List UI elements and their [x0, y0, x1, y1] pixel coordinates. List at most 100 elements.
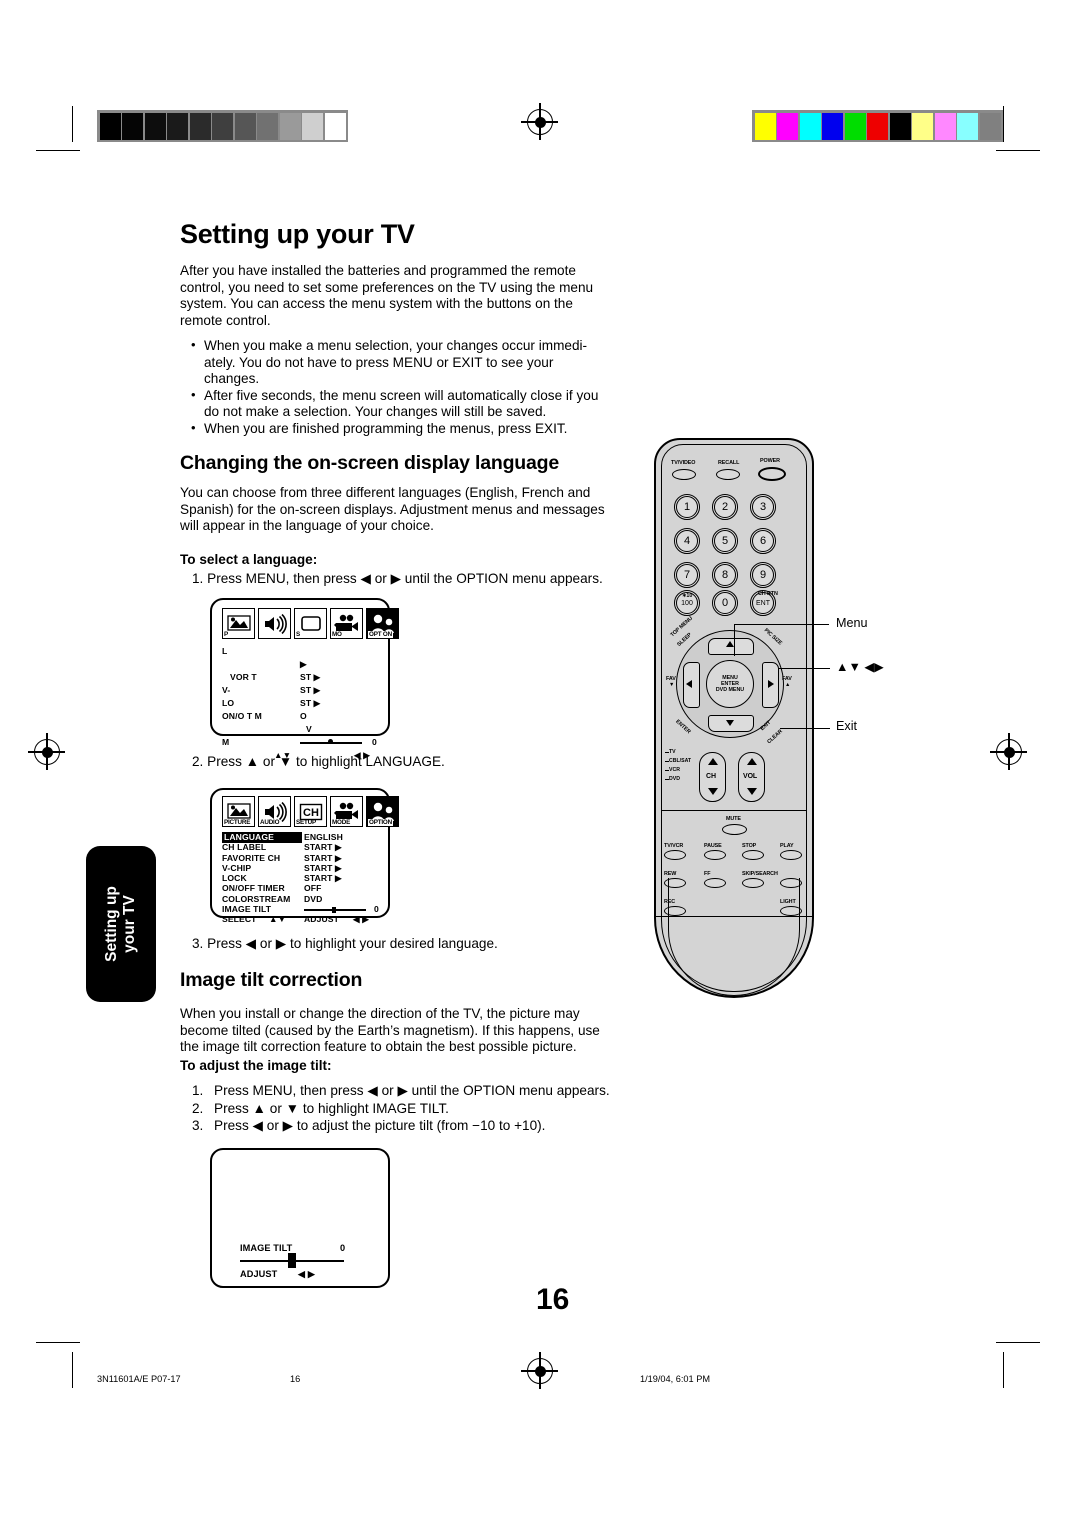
language-paragraph: You can choose from three different lang… — [180, 485, 605, 534]
callout-label-arrows: ▲▼ ◀▶ — [836, 660, 884, 674]
number-key-0[interactable]: 0 — [712, 590, 738, 616]
transport-label-pause: PAUSE — [704, 843, 722, 849]
menu-icon-picture-icon[interactable]: PICTURE — [222, 796, 255, 827]
transport-button-play[interactable] — [780, 850, 802, 860]
transport-button-tv-vcr[interactable] — [664, 850, 686, 860]
calibration-swatch — [867, 112, 888, 140]
svg-text:CH: CH — [303, 807, 319, 819]
menu-icon-option-people-icon[interactable]: OPTION — [366, 796, 399, 827]
remote-control-illustration: TV/VIDEO RECALL POWER 1 2 3 4 5 6 7 8 9 100 0 ENT ∗… — [646, 438, 884, 1020]
callout-line-menu — [734, 624, 829, 626]
menu-icon-setup-tv-icon[interactable]: S — [294, 608, 327, 639]
crop-mark-bottom-right-vertical — [1003, 1352, 1005, 1388]
number-key-label: 1 — [676, 496, 698, 518]
number-key-4[interactable]: 4 — [674, 528, 700, 554]
step-number: 3. — [192, 936, 204, 951]
menu-rows: LANGUAGE ENGLISH CH LABEL START ▶ FAVORITE C… — [222, 832, 384, 914]
number-key-label: 2 — [714, 496, 736, 518]
menu-icon-audio-speaker-icon[interactable]: AUDIO — [258, 796, 291, 827]
key-ent-sub-label: CH RTN — [758, 591, 778, 597]
registration-mark-bottom-center — [521, 1352, 558, 1389]
number-key-8[interactable]: 8 — [712, 562, 738, 588]
menu-row[interactable]: CH LABEL START ▶ — [222, 842, 384, 852]
calibration-swatch — [144, 112, 166, 140]
section-tab-label: Setting up your TV — [103, 886, 139, 962]
calibration-swatch — [167, 112, 188, 140]
vol-label: VOL — [743, 773, 758, 780]
tv-menu-screen-partial: P S MO OPT ON L ▶ VOR T ST ▶ V- ST ▶ LO ST ▶ ON/O T… — [210, 598, 399, 760]
adjust-label: ADJUST — [240, 1269, 278, 1279]
list-item: After five seconds, the menu screen will… — [184, 387, 612, 421]
transport-button-pause[interactable] — [704, 850, 726, 860]
tv-video-button[interactable] — [672, 469, 696, 480]
fav-right-arrow-icon: ▲ — [785, 682, 791, 688]
menu-row[interactable]: LOCK START ▶ — [222, 873, 384, 883]
menu-icon-option-people-icon[interactable]: OPT ON — [366, 608, 399, 639]
registration-mark-top-center — [521, 103, 558, 140]
number-key-2[interactable]: 2 — [712, 494, 738, 520]
mode-tick-icon — [665, 778, 669, 780]
menu-icon-picture-icon[interactable]: P — [222, 608, 255, 639]
step-text: Press MENU, then press ◀ or ▶ until the … — [207, 571, 603, 586]
number-key-7[interactable]: 7 — [674, 562, 700, 588]
mode-tick-icon — [665, 769, 669, 771]
select-arrows: ▲▼ — [269, 914, 287, 924]
menu-row[interactable]: FAVORITE CH START ▶ — [222, 853, 384, 863]
menu-row[interactable]: LANGUAGE ENGLISH — [222, 832, 384, 844]
number-key-label: 9 — [752, 564, 774, 586]
menu-enter-button[interactable]: MENU ENTER DVD MENU — [706, 660, 754, 708]
power-button[interactable] — [758, 467, 786, 481]
crop-mark-top-right-horizontal — [996, 150, 1040, 152]
device-mode-selector[interactable]: TV CBL/SAT VCR DVD — [665, 748, 691, 784]
menu-icon-caption: S — [296, 631, 300, 638]
number-key-5[interactable]: 5 — [712, 528, 738, 554]
menu-icon-mode-camera-icon[interactable]: MO — [330, 608, 363, 639]
key-100-sub-label: ∗10 — [682, 593, 693, 599]
menu-row-value: 0 — [374, 904, 379, 915]
mode-option-cbl-sat[interactable]: CBL/SAT — [665, 757, 691, 766]
menu-icon-row: P S MO OPT ON — [222, 608, 402, 639]
mute-button[interactable] — [722, 824, 747, 835]
number-key-9[interactable]: 9 — [750, 562, 776, 588]
menu-row-label: LO — [222, 698, 235, 708]
image-tilt-slider-knob[interactable] — [288, 1253, 296, 1268]
calibration-swatch — [912, 112, 933, 140]
menu-row-value: V — [306, 724, 312, 734]
number-key-label: 3 — [752, 496, 774, 518]
menu-row[interactable]: COLORSTREAM DVD — [222, 894, 384, 904]
nav-down-arrow-icon — [726, 720, 734, 726]
calibration-swatch — [822, 112, 843, 140]
calibration-swatch — [889, 112, 911, 140]
calibration-swatch — [279, 112, 301, 140]
menu-row[interactable]: ON/OFF TIMER OFF — [222, 883, 384, 893]
image-tilt-slider-knob[interactable] — [332, 906, 336, 913]
nav-up-arrow-icon — [726, 641, 734, 647]
menu-icon-caption: MO — [332, 631, 342, 638]
list-item: 3. Press ◀ or ▶ to adjust the picture til… — [186, 1117, 626, 1135]
subheading-adjust-tilt: To adjust the image tilt: — [180, 1058, 332, 1073]
nav-left-arrow-icon — [686, 680, 692, 688]
number-key-1[interactable]: 1 — [674, 494, 700, 520]
menu-row[interactable]: IMAGE TILT 0 — [222, 904, 384, 914]
menu-icon-setup-ch-icon[interactable]: CH SETUP — [294, 796, 327, 827]
transport-label-tv-vcr: TV/VCR — [664, 843, 684, 849]
footer-timestamp: 1/19/04, 6:01 PM — [640, 1374, 710, 1384]
image-tilt-value: 0 — [340, 1243, 346, 1253]
menu-icon-audio-speaker-icon[interactable] — [258, 608, 291, 639]
transport-button-stop[interactable] — [742, 850, 764, 860]
intro-bullet-list: When you make a menu selection, your cha… — [184, 337, 612, 438]
calibration-swatch — [212, 112, 233, 140]
mode-option-tv[interactable]: TV — [665, 748, 691, 757]
number-key-3[interactable]: 3 — [750, 494, 776, 520]
mode-option-dvd[interactable]: DVD — [665, 775, 691, 784]
step-text: Press MENU, then press ◀ or ▶ until the … — [214, 1083, 610, 1098]
number-key-label: 7 — [676, 564, 698, 586]
menu-row[interactable]: V-CHIP START ▶ — [222, 863, 384, 873]
number-key-6[interactable]: 6 — [750, 528, 776, 554]
callout-line-menu-vertical — [734, 624, 736, 656]
menu-icon-mode-camera-icon[interactable]: MODE — [330, 796, 363, 827]
menu-row: V- ST ▶ — [222, 685, 382, 696]
mode-option-vcr[interactable]: VCR — [665, 766, 691, 775]
heading-image-tilt: Image tilt correction — [180, 969, 363, 991]
recall-button[interactable] — [716, 469, 740, 480]
